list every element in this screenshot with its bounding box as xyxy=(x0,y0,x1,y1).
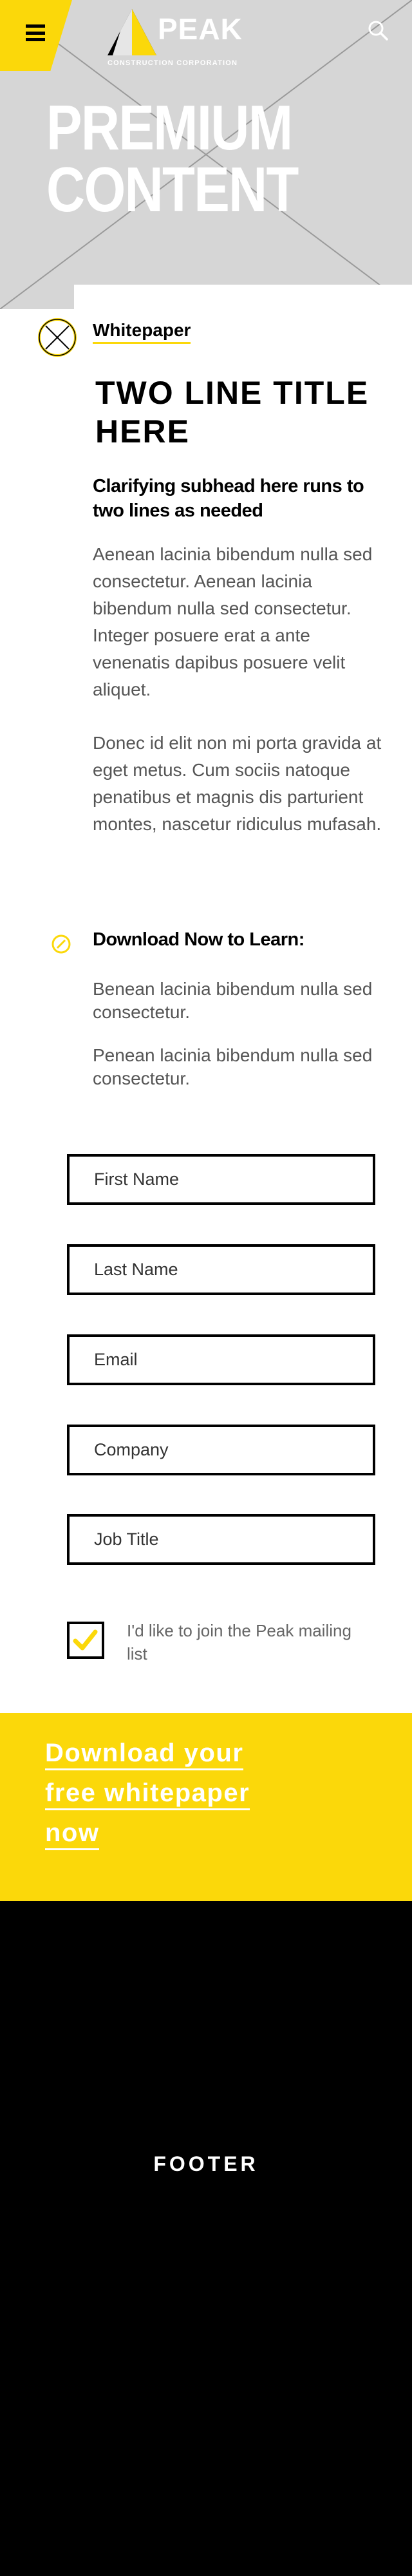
content-card-top xyxy=(74,285,412,310)
checkmark-icon xyxy=(73,1629,98,1651)
last-name-field[interactable] xyxy=(67,1244,375,1295)
mailing-list-checkbox[interactable] xyxy=(67,1622,104,1659)
slash-circle-icon xyxy=(52,934,71,954)
cta-line-2[interactable]: free whitepaper xyxy=(45,1779,250,1810)
hero-title: PREMIUM CONTENT xyxy=(46,92,299,225)
job-title-field[interactable] xyxy=(67,1514,375,1565)
learn-heading: Download Now to Learn: xyxy=(93,929,304,950)
cta-line-1[interactable]: Download your xyxy=(45,1739,244,1770)
company-field[interactable] xyxy=(67,1425,375,1475)
document-subhead: Clarifying subhead here runs to two line… xyxy=(93,476,364,521)
peak-logo[interactable]: PEAK CONSTRUCTION CORPORATION xyxy=(106,9,261,67)
email-field[interactable] xyxy=(67,1334,375,1385)
body-paragraph-1: Aenean lacinia bibendum nulla sed consec… xyxy=(93,544,373,699)
logo-wordmark: PEAK xyxy=(158,12,243,46)
body-paragraph-2: Donec id elit non mi porta gravida at eg… xyxy=(93,733,382,834)
document-title: TWO LINE TITLE HERE xyxy=(95,375,370,450)
hamburger-icon[interactable] xyxy=(26,24,45,41)
search-icon[interactable] xyxy=(367,19,389,41)
content-type-label: Whitepaper xyxy=(93,320,191,344)
logo-tagline: CONSTRUCTION CORPORATION xyxy=(108,59,238,67)
hero-title-line-1: PREMIUM xyxy=(46,92,293,163)
hero-title-line-2: CONTENT xyxy=(46,154,299,225)
hero-banner: PEAK CONSTRUCTION CORPORATION PREMIUM CO… xyxy=(0,0,412,309)
footer-label: FOOTER xyxy=(153,2152,259,2175)
x-circle-icon xyxy=(38,318,77,357)
learn-item: Benean lacinia bibendum nulla sed consec… xyxy=(93,979,373,1022)
logo-mountain-icon xyxy=(108,9,156,55)
mailing-list-label[interactable]: I'd like to join the Peak mailing list xyxy=(127,1619,371,1665)
learn-item: Penean lacinia bibendum nulla sed consec… xyxy=(93,1045,373,1088)
footer xyxy=(0,1901,412,2576)
first-name-field[interactable] xyxy=(67,1154,375,1205)
cta-line-3[interactable]: now xyxy=(45,1819,100,1850)
download-whitepaper-link[interactable]: Download your free whitepaper now xyxy=(45,1733,303,1853)
